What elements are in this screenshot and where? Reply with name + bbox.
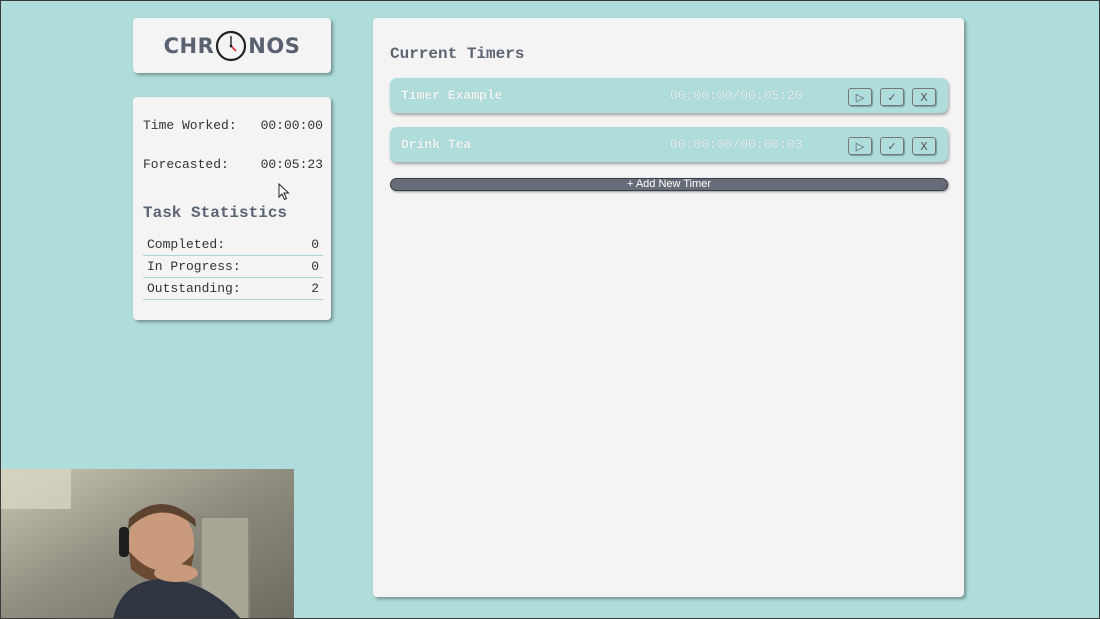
play-icon: ▷ (855, 90, 865, 104)
play-button[interactable]: ▷ (848, 88, 872, 106)
logo-text-left: CHR (163, 33, 215, 58)
stat-row-in-progress: In Progress: 0 (143, 256, 323, 278)
forecasted-label: Forecasted: (143, 157, 229, 172)
complete-button[interactable]: ✓ (880, 137, 904, 155)
app-logo: CHR NOS (164, 30, 301, 62)
time-worked-label: Time Worked: (143, 118, 237, 133)
check-icon: ✓ (887, 90, 897, 104)
time-worked-row: Time Worked: 00:00:00 (143, 118, 323, 133)
play-button[interactable]: ▷ (848, 137, 872, 155)
logo-text-right: NOS (248, 33, 301, 58)
stat-label: Outstanding: (147, 281, 241, 296)
logo-card: CHR NOS (133, 18, 331, 73)
stat-value: 0 (311, 237, 319, 252)
add-new-timer-button[interactable]: + Add New Timer (390, 178, 948, 191)
timer-row[interactable]: Timer Example 00:00:00/00:05:20 ▷ ✓ X (390, 78, 948, 113)
task-statistics-heading: Task Statistics (143, 204, 288, 222)
timer-name: Timer Example (401, 88, 503, 103)
stat-value: 0 (311, 259, 319, 274)
timer-row[interactable]: Drink Tea 00:00:00/00:00:03 ▷ ✓ X (390, 127, 948, 162)
stat-label: In Progress: (147, 259, 241, 274)
timer-time: 00:00:00/00:00:03 (670, 137, 803, 152)
timer-name: Drink Tea (401, 137, 472, 152)
forecasted-row: Forecasted: 00:05:23 (143, 157, 323, 172)
time-worked-value: 00:00:00 (260, 118, 323, 133)
close-icon: X (920, 90, 928, 104)
check-icon: ✓ (887, 139, 897, 153)
clock-icon (216, 30, 247, 61)
stat-value: 2 (311, 281, 319, 296)
webcam-overlay (1, 469, 294, 619)
current-timers-heading: Current Timers (390, 45, 525, 63)
delete-button[interactable]: X (912, 88, 936, 106)
webcam-image (1, 469, 294, 619)
timer-time: 00:00:00/00:05:20 (670, 88, 803, 103)
delete-button[interactable]: X (912, 137, 936, 155)
task-statistics-table: Completed: 0 In Progress: 0 Outstanding:… (143, 234, 323, 300)
timers-panel: Current Timers Timer Example 00:00:00/00… (373, 18, 964, 597)
mouse-cursor-icon (278, 183, 290, 201)
play-icon: ▷ (855, 139, 865, 153)
forecasted-value: 00:05:23 (260, 157, 323, 172)
complete-button[interactable]: ✓ (880, 88, 904, 106)
stat-label: Completed: (147, 237, 226, 252)
stat-row-outstanding: Outstanding: 2 (143, 278, 323, 300)
summary-card: Time Worked: 00:00:00 Forecasted: 00:05:… (133, 97, 331, 320)
stat-row-completed: Completed: 0 (143, 234, 323, 256)
close-icon: X (920, 139, 928, 153)
